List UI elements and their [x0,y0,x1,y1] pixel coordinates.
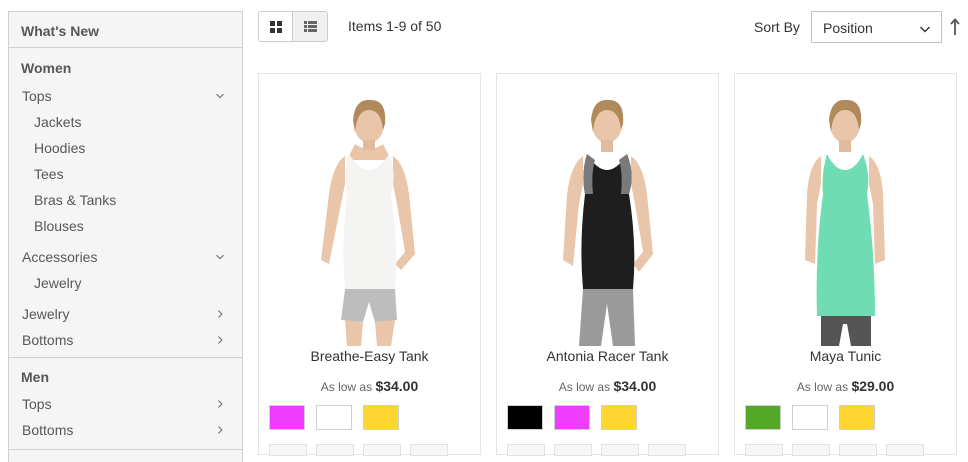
sort-by-select[interactable]: Position [811,11,942,43]
chevron-down-icon[interactable] [214,83,226,109]
chevron-down-icon [920,26,930,33]
sidebar-item-accessories-jewelry[interactable]: Jewelry [9,270,242,296]
product-image[interactable] [259,84,480,346]
color-swatch[interactable] [554,405,590,430]
price-prefix: As low as [796,380,849,394]
size-swatch[interactable] [363,444,401,456]
color-swatches [269,405,399,430]
chevron-right-icon[interactable] [214,417,226,443]
grid-view-button[interactable] [259,12,294,41]
sort-ascending-icon[interactable] [949,17,961,37]
sidebar-whats-new[interactable]: What's New [9,12,242,48]
color-swatch[interactable] [839,405,875,430]
sidebar-item-label: Blouses [34,218,84,234]
color-swatches [507,405,637,430]
sort-by-label: Sort By [754,19,800,35]
toolbar-items-count: Items 1-9 of 50 [348,18,442,34]
product-name[interactable]: Antonia Racer Tank [497,348,718,364]
sidebar-item-bras-tanks[interactable]: Bras & Tanks [9,187,242,213]
list-view-button[interactable] [293,12,327,41]
product-image[interactable] [735,84,956,346]
sidebar-item-label: Jewelry [22,306,70,322]
sidebar-item-label: Jackets [34,114,82,130]
size-swatch[interactable] [554,444,592,456]
sidebar-item-label: Bottoms [22,422,74,438]
sidebar-item-label: Tees [34,166,64,182]
size-swatch[interactable] [410,444,448,456]
product-price: $34.00 [613,378,657,394]
color-swatch[interactable] [269,405,305,430]
sidebar-item-label: Hoodies [34,140,86,156]
color-swatch[interactable] [316,405,352,430]
product-price-line: As low as $29.00 [735,378,956,394]
size-swatch[interactable] [601,444,639,456]
color-swatch[interactable] [363,405,399,430]
size-swatch[interactable] [745,444,783,456]
sidebar-item-label: Accessories [22,249,98,265]
size-swatch[interactable] [648,444,686,456]
chevron-down-icon[interactable] [214,244,226,270]
size-swatch[interactable] [269,444,307,456]
list-view-icon [303,21,317,32]
color-swatches [745,405,875,430]
chevron-right-icon[interactable] [214,301,226,327]
product-top [343,154,397,289]
product-name[interactable]: Maya Tunic [735,348,956,364]
sidebar-item-jackets[interactable]: Jackets [9,109,242,135]
color-swatch[interactable] [745,405,781,430]
sidebar-item-hoodies[interactable]: Hoodies [9,135,242,161]
product-card[interactable]: Breathe-Easy Tank As low as $34.00 [258,73,481,456]
category-sidebar: What's New Women Tops Jackets Hoodies Te… [8,11,243,462]
product-card[interactable]: Maya Tunic As low as $29.00 [734,73,957,456]
size-swatches [507,444,686,456]
model-figure [805,99,885,346]
sidebar-item-men-bottoms[interactable]: Bottoms [9,417,242,443]
sidebar-divider [9,449,242,450]
product-card[interactable]: Antonia Racer Tank As low as $34.00 [496,73,719,456]
product-price: $34.00 [375,378,419,394]
product-price: $29.00 [851,378,895,394]
sidebar-item-label: Bras & Tanks [34,192,117,208]
size-swatches [269,444,448,456]
color-swatch[interactable] [792,405,828,430]
size-swatch[interactable] [886,444,924,456]
price-prefix: As low as [558,380,611,394]
grid-view-icon [269,20,282,33]
product-image[interactable] [497,84,718,346]
view-mode-switcher [258,11,328,42]
model-figure [321,99,415,346]
product-price-line: As low as $34.00 [497,378,718,394]
sort-by-value: Position [823,20,873,36]
size-swatch[interactable] [839,444,877,456]
sidebar-item-label: Tops [22,396,52,412]
sidebar-group-women[interactable]: Women [9,58,242,78]
chevron-right-icon[interactable] [214,327,226,353]
sidebar-group-men[interactable]: Men [9,367,242,387]
sidebar-item-label: Bottoms [22,332,74,348]
sidebar-item-label: Tops [22,88,52,104]
product-price-line: As low as $34.00 [259,378,480,394]
color-swatch[interactable] [601,405,637,430]
product-name[interactable]: Breathe-Easy Tank [259,348,480,364]
sidebar-item-blouses[interactable]: Blouses [9,213,242,239]
color-swatch[interactable] [507,405,543,430]
chevron-right-icon[interactable] [214,391,226,417]
size-swatch[interactable] [316,444,354,456]
sidebar-item-label: Jewelry [34,275,82,291]
size-swatches [745,444,924,456]
sidebar-item-men-tops[interactable]: Tops [9,391,242,417]
sidebar-item-accessories[interactable]: Accessories [9,244,242,270]
size-swatch[interactable] [507,444,545,456]
sidebar-item-women-tops[interactable]: Tops [9,83,242,109]
sidebar-item-jewelry[interactable]: Jewelry [9,301,242,327]
sidebar-item-tees[interactable]: Tees [9,161,242,187]
size-swatch[interactable] [792,444,830,456]
price-prefix: As low as [320,380,373,394]
sidebar-item-women-bottoms[interactable]: Bottoms [9,327,242,353]
model-figure [563,99,653,346]
